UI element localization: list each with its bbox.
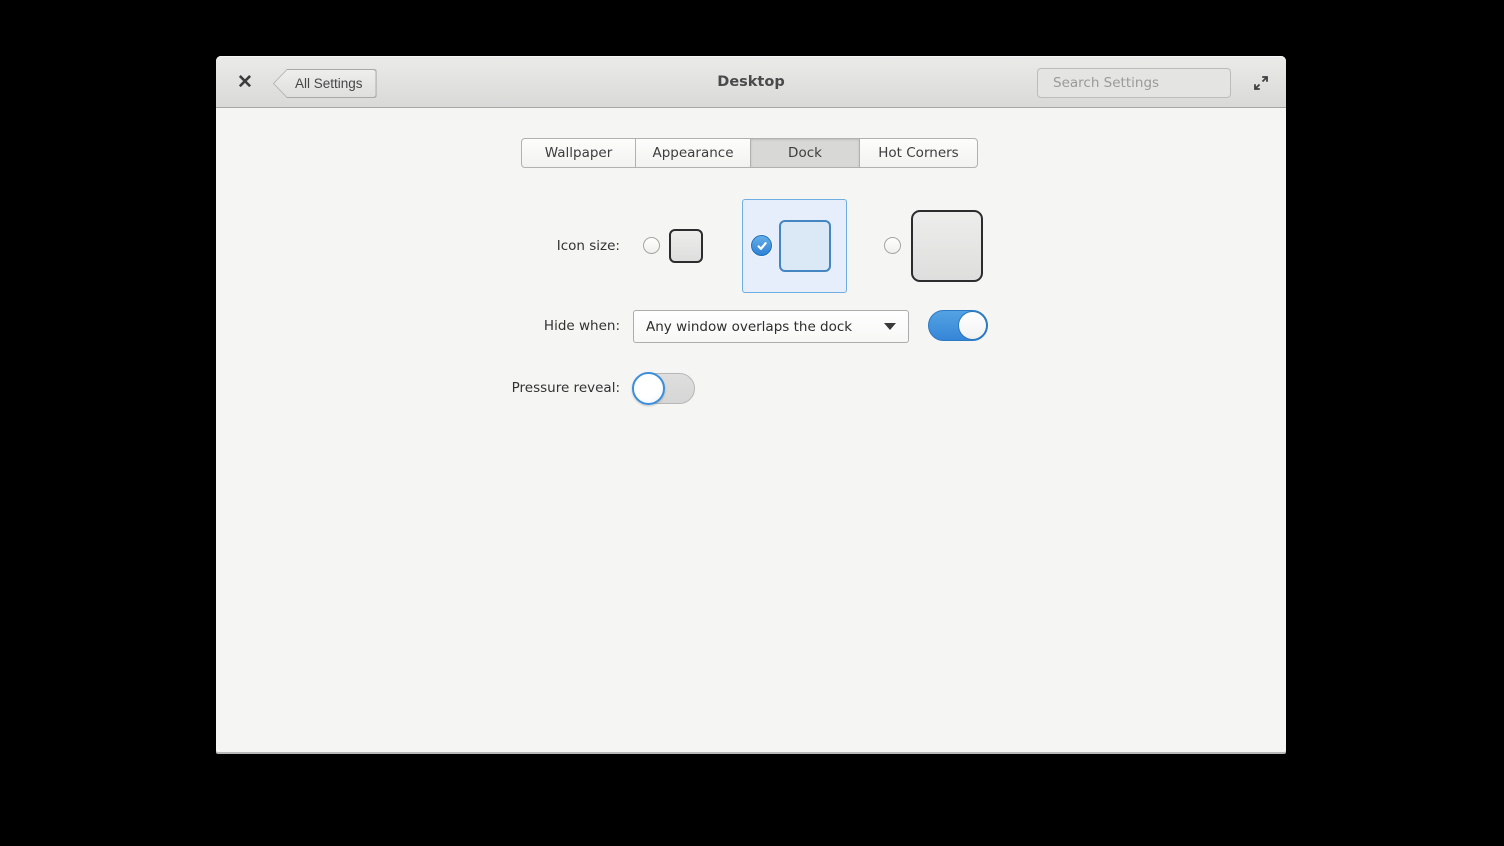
- headerbar: ✕ All Settings Desktop: [216, 56, 1286, 108]
- icon-size-radio-large[interactable]: [884, 237, 901, 254]
- back-button-label: All Settings: [295, 76, 363, 91]
- tab-hot-corners[interactable]: Hot Corners: [859, 138, 978, 168]
- all-settings-back-button[interactable]: All Settings: [273, 69, 377, 98]
- icon-size-preview-medium[interactable]: [779, 220, 831, 272]
- pressure-reveal-toggle[interactable]: [633, 373, 695, 404]
- icon-size-radio-small[interactable]: [643, 237, 660, 254]
- toggle-knob: [632, 372, 665, 405]
- search-input[interactable]: [1053, 75, 1224, 91]
- icon-size-preview-large[interactable]: [911, 210, 983, 282]
- expand-button[interactable]: [1248, 71, 1274, 95]
- hide-when-dropdown[interactable]: Any window overlaps the dock: [633, 310, 909, 343]
- chevron-down-icon: [884, 323, 896, 330]
- tab-bar: Wallpaper Appearance Dock Hot Corners: [521, 138, 978, 168]
- tab-dock[interactable]: Dock: [750, 138, 860, 168]
- expand-arrows-icon: [1252, 74, 1270, 92]
- hide-when-toggle[interactable]: [928, 310, 988, 341]
- icon-size-preview-small[interactable]: [669, 229, 703, 263]
- search-field[interactable]: [1037, 68, 1231, 98]
- hide-when-dropdown-value: Any window overlaps the dock: [646, 319, 852, 335]
- pressure-reveal-label: Pressure reveal:: [400, 380, 620, 396]
- settings-window: ✕ All Settings Desktop Wallpaper: [216, 56, 1286, 752]
- icon-size-radio-medium[interactable]: [751, 235, 772, 256]
- hide-when-label: Hide when:: [400, 318, 620, 334]
- icon-size-label: Icon size:: [400, 238, 620, 254]
- tab-appearance[interactable]: Appearance: [635, 138, 751, 168]
- check-icon: [756, 240, 768, 252]
- close-icon: ✕: [237, 71, 253, 94]
- toggle-knob: [958, 311, 987, 340]
- close-button[interactable]: ✕: [230, 56, 260, 108]
- tab-wallpaper[interactable]: Wallpaper: [521, 138, 636, 168]
